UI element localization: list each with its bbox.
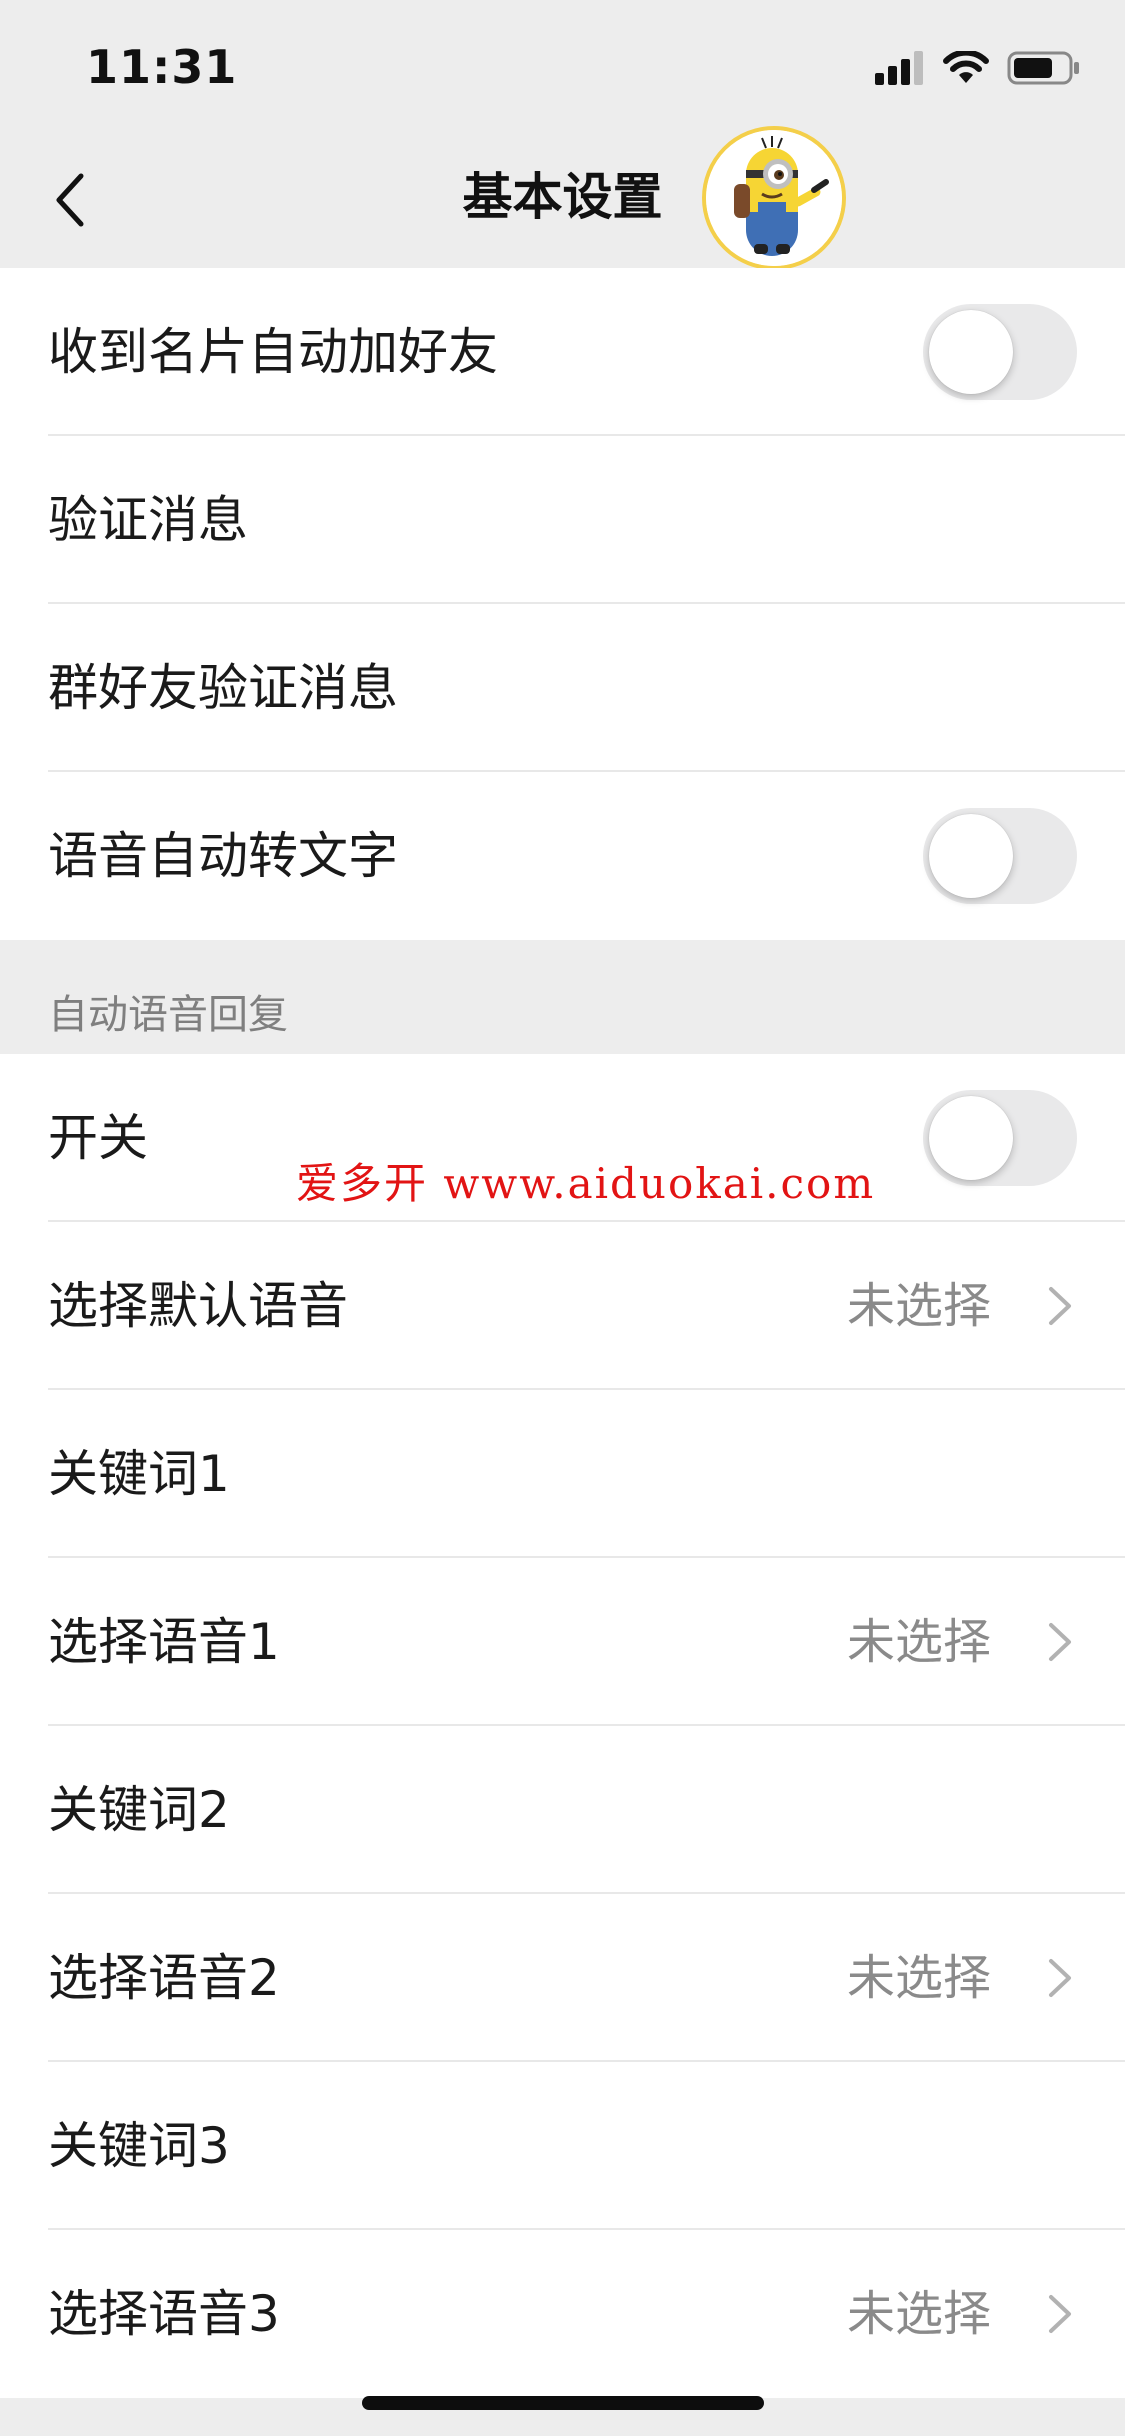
watermark-text: 爱多开 www.aiduokai.com: [296, 1159, 876, 1208]
list-item-label: 语音自动转文字: [48, 827, 398, 885]
list-item-keyword-3[interactable]: 关键词3: [0, 2062, 1125, 2230]
list-item-select-voice-2[interactable]: 选择语音2 未选择: [0, 1894, 1125, 2062]
list-item-select-voice-1[interactable]: 选择语音1 未选择: [0, 1558, 1125, 1726]
list-item-verify-message[interactable]: 验证消息: [0, 436, 1125, 604]
battery-icon: [1007, 50, 1081, 90]
minion-avatar-image: [706, 130, 842, 266]
selected-value: 未选择: [846, 1614, 991, 1670]
list-item-label: 验证消息: [48, 491, 248, 549]
toggle-knob: [929, 1096, 1013, 1180]
list-item-label: 收到名片自动加好友: [48, 323, 498, 381]
chevron-right-icon: [1049, 1959, 1071, 1997]
list-item-label: 关键词1: [48, 1445, 230, 1503]
toggle-knob: [929, 310, 1013, 394]
status-time: 11:31: [86, 40, 238, 94]
section-header-label: 自动语音回复: [48, 992, 288, 1038]
list-item-keyword-2[interactable]: 关键词2: [0, 1726, 1125, 1894]
list-item-keyword-1[interactable]: 关键词1: [0, 1390, 1125, 1558]
basic-settings-list: 收到名片自动加好友 验证消息 群好友验证消息 语音自动转文字: [0, 268, 1125, 940]
selected-value: 未选择: [846, 1950, 991, 2006]
voice-reply-switch-toggle[interactable]: [923, 1090, 1077, 1186]
status-bar: 11:31: [0, 0, 1125, 132]
selected-value: 未选择: [846, 1278, 991, 1334]
nav-bar: 基本设置: [0, 132, 1125, 268]
voice-to-text-toggle[interactable]: [923, 808, 1077, 904]
list-item-auto-add-friend[interactable]: 收到名片自动加好友: [0, 268, 1125, 436]
list-item-label: 群好友验证消息: [48, 659, 398, 717]
list-item-label: 选择语音2: [48, 1949, 280, 2007]
list-item-label: 选择语音1: [48, 1613, 280, 1671]
page-title: 基本设置: [462, 168, 663, 226]
list-item-voice-to-text[interactable]: 语音自动转文字: [0, 772, 1125, 940]
chevron-right-icon: [1049, 2295, 1071, 2333]
list-item-label: 开关: [48, 1109, 148, 1167]
signal-icon: [875, 51, 925, 89]
selected-value: 未选择: [846, 2286, 991, 2342]
wifi-icon: [943, 49, 989, 89]
list-item-select-voice-3[interactable]: 选择语音3 未选择: [0, 2230, 1125, 2398]
list-item-group-verify-message[interactable]: 群好友验证消息: [0, 604, 1125, 772]
voice-reply-list: 开关 选择默认语音 未选择 关键词1 选择语音1 未选择 关键词2 选择语音2 …: [0, 1054, 1125, 2398]
home-indicator[interactable]: [362, 2396, 764, 2410]
list-item-label: 关键词2: [48, 1781, 230, 1839]
chevron-right-icon: [1049, 1623, 1071, 1661]
section-header: 自动语音回复: [0, 940, 1125, 1054]
toggle-knob: [929, 814, 1013, 898]
auto-add-friend-toggle[interactable]: [923, 304, 1077, 400]
chevron-right-icon: [1049, 1287, 1071, 1325]
avatar[interactable]: [702, 126, 846, 270]
status-icons: [875, 48, 1081, 92]
list-item-label: 关键词3: [48, 2117, 230, 2175]
list-item-default-voice[interactable]: 选择默认语音 未选择: [0, 1222, 1125, 1390]
list-item-label: 选择语音3: [48, 2285, 280, 2343]
list-item-label: 选择默认语音: [48, 1277, 348, 1335]
